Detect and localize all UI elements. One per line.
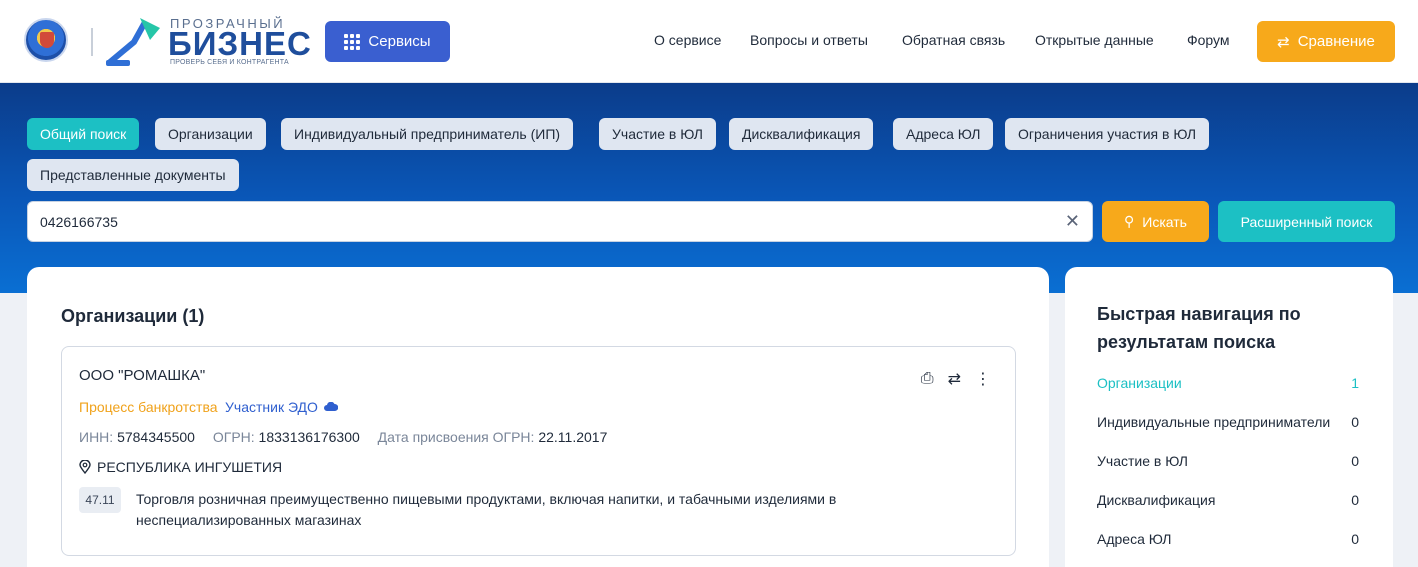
org-name[interactable]: ООО "РОМАШКА" — [79, 367, 205, 384]
results-card: Организации (1) ООО "РОМАШКА" ⎙ ⇄ ⋮ Проц… — [27, 267, 1049, 567]
quick-nav-item-entrepreneurs[interactable]: Индивидуальные предприниматели 0 — [1097, 414, 1359, 430]
ogrn-date-value: 22.11.2017 — [538, 429, 608, 445]
quick-nav-item-label: Дисквалификация — [1097, 492, 1216, 508]
brand-main-text[interactable]: БИЗНЕС — [168, 27, 312, 61]
ogrn-value: 1833136176300 — [258, 429, 360, 445]
quick-nav-item-count: 1 — [1351, 375, 1359, 391]
quick-nav-item-label: Адреса ЮЛ — [1097, 531, 1172, 547]
quick-nav-title: Быстрая навигация по результатам поиска — [1097, 304, 1301, 352]
services-button[interactable]: Сервисы — [325, 21, 450, 62]
compare-arrows-icon: ⇄ — [1277, 33, 1290, 51]
grid-icon — [344, 33, 361, 50]
result-item[interactable]: ООО "РОМАШКА" ⎙ ⇄ ⋮ Процесс банкротства … — [61, 346, 1016, 556]
nav-open-data[interactable]: Открытые данные — [1035, 32, 1154, 48]
quick-nav-item-label: Участие в ЮЛ — [1097, 453, 1188, 469]
compare-arrows-icon[interactable]: ⇄ — [948, 369, 961, 389]
address-value: РЕСПУБЛИКА ИНГУШЕТИЯ — [97, 459, 283, 475]
brand-sub-text: ПРОВЕРЬ СЕБЯ И КОНТРАГЕНТА — [170, 59, 289, 66]
tab-general-search[interactable]: Общий поиск — [27, 118, 140, 150]
edo-badge: Участник ЭДО — [225, 399, 338, 415]
site-header: ПРОЗРАЧНЫЙ БИЗНЕС ПРОВЕРЬ СЕБЯ И КОНТРАГ… — [0, 0, 1418, 83]
search-button-label: Искать — [1142, 213, 1187, 230]
requisites-line: ИНН: 5784345500 ОГРН: 1833136176300 Дата… — [79, 429, 607, 445]
print-icon[interactable]: ⎙ — [921, 370, 934, 388]
ogrn-date-label: Дата присвоения ОГРН: — [377, 429, 535, 445]
address-line: РЕСПУБЛИКА ИНГУШЕТИЯ — [79, 459, 282, 475]
tab-restrictions[interactable]: Ограничения участия в ЮЛ — [1005, 118, 1210, 150]
inn-value: 5784345500 — [117, 429, 195, 445]
advanced-search-button[interactable]: Расширенный поиск — [1218, 201, 1395, 242]
tab-disqualification[interactable]: Дисквалификация — [729, 118, 874, 150]
tab-submitted-documents[interactable]: Представленные документы — [27, 159, 239, 191]
quick-nav-item-label: Организации — [1097, 375, 1182, 391]
nav-forum[interactable]: Форум — [1187, 32, 1230, 48]
tab-addresses[interactable]: Адреса ЮЛ — [893, 118, 994, 150]
quick-nav-item-label: Индивидуальные предприниматели — [1097, 414, 1331, 430]
okved-code-badge: 47.11 — [79, 487, 121, 513]
quick-nav-item-organizations[interactable]: Организации 1 — [1097, 375, 1359, 391]
quick-nav-item-count: 0 — [1351, 492, 1359, 508]
tab-individual-entrepreneur[interactable]: Индивидуальный предприниматель (ИП) — [281, 118, 574, 150]
results-section-title: Организации (1) — [61, 306, 205, 326]
search-box: ✕ — [27, 201, 1093, 242]
inn-label: ИНН: — [79, 429, 114, 445]
okved-description: Торговля розничная преимущественно пищев… — [136, 491, 837, 528]
lamp-logo-icon[interactable] — [104, 14, 164, 70]
search-icon: ⚲ — [1124, 213, 1135, 229]
services-label: Сервисы — [368, 33, 431, 50]
nav-faq[interactable]: Вопросы и ответы — [750, 32, 868, 48]
compare-label: Сравнение — [1297, 33, 1375, 50]
tab-participation[interactable]: Участие в ЮЛ — [599, 118, 716, 150]
edo-label: Участник ЭДО — [225, 399, 318, 415]
quick-nav-item-disqualification[interactable]: Дисквалификация 0 — [1097, 492, 1359, 508]
search-button[interactable]: ⚲ Искать — [1102, 201, 1209, 242]
quick-nav-item-participation[interactable]: Участие в ЮЛ 0 — [1097, 453, 1359, 469]
quick-nav-item-addresses[interactable]: Адреса ЮЛ 0 — [1097, 531, 1359, 547]
cloud-icon — [323, 402, 338, 411]
quick-nav-item-count: 0 — [1351, 414, 1359, 430]
quick-nav-item-count: 0 — [1351, 531, 1359, 547]
tab-organizations[interactable]: Организации — [155, 118, 266, 150]
ogrn-label: ОГРН: — [212, 429, 255, 445]
result-actions: ⎙ ⇄ ⋮ — [921, 369, 991, 389]
fns-emblem-icon[interactable] — [24, 18, 68, 62]
nav-feedback[interactable]: Обратная связь — [902, 32, 1005, 48]
clear-icon[interactable]: ✕ — [1065, 212, 1080, 230]
nav-about[interactable]: О сервисе — [654, 32, 721, 48]
bankruptcy-badge: Процесс банкротства — [79, 399, 218, 415]
more-vertical-icon[interactable]: ⋮ — [975, 369, 991, 389]
header-divider — [91, 28, 93, 56]
quick-nav-card: Быстрая навигация по результатам поиска … — [1065, 267, 1393, 567]
quick-nav-item-count: 0 — [1351, 453, 1359, 469]
compare-button[interactable]: ⇄ Сравнение — [1257, 21, 1395, 62]
search-input[interactable] — [40, 202, 1050, 241]
location-pin-icon — [79, 460, 91, 474]
